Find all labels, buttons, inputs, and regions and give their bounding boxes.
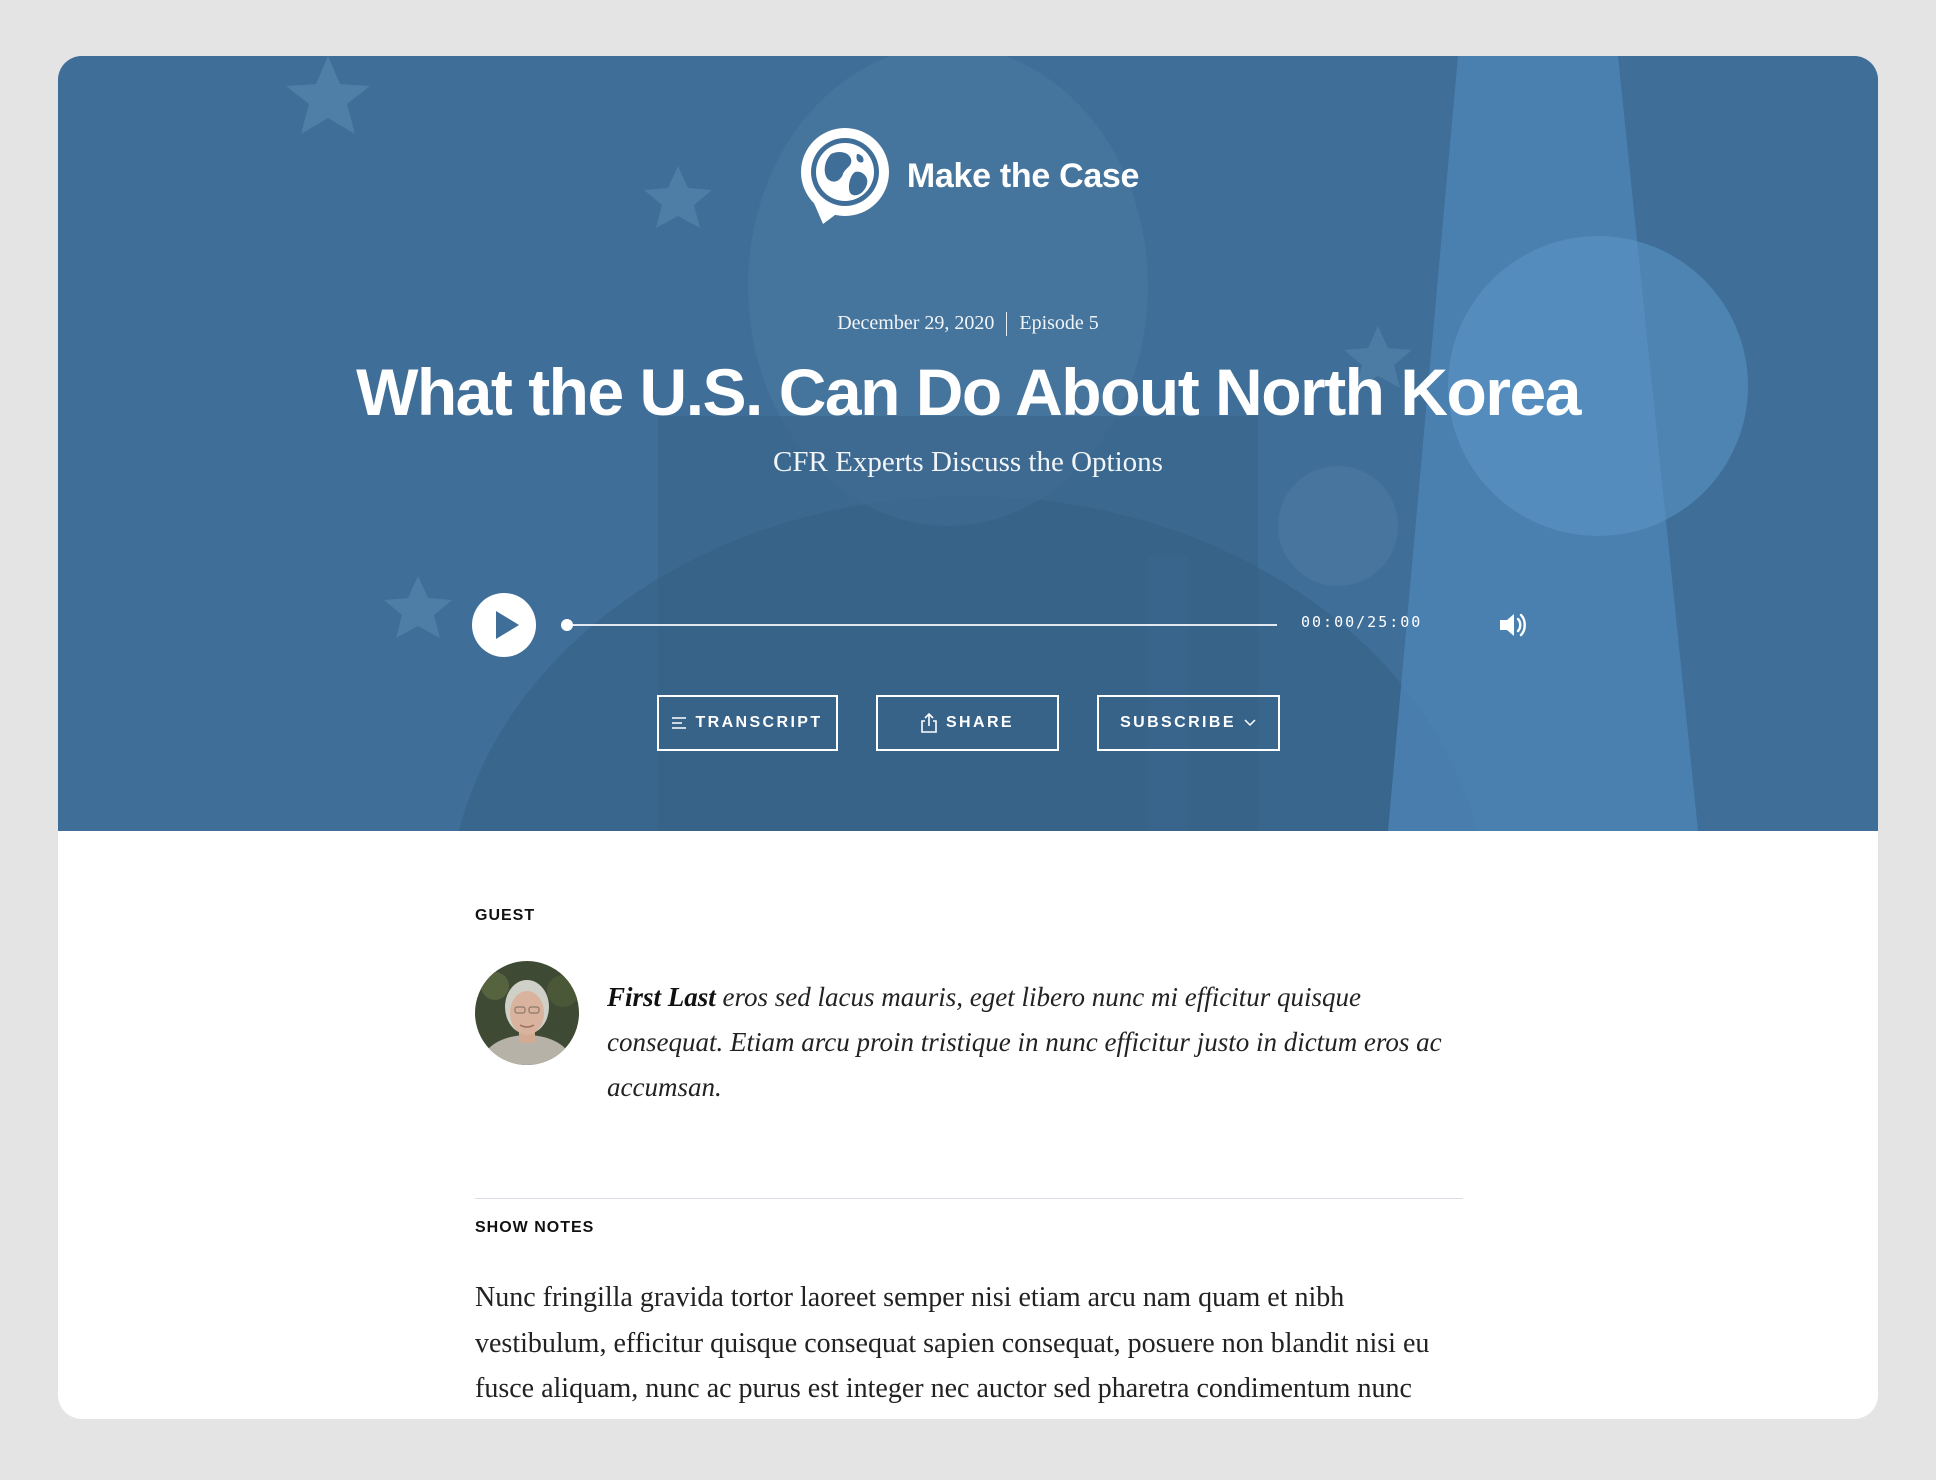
episode-number: Episode 5 bbox=[1019, 312, 1099, 334]
play-icon bbox=[496, 611, 519, 639]
episode-date: December 29, 2020 bbox=[837, 312, 995, 334]
globe-speech-bubble-icon bbox=[800, 128, 889, 224]
show-notes-text: Nunc fringilla gravida tortor laoreet se… bbox=[475, 1282, 1430, 1419]
guest-bio: First Last eros sed lacus mauris, eget l… bbox=[607, 975, 1467, 1110]
episode-meta: December 29, 2020 Episode 5 bbox=[58, 312, 1878, 337]
share-icon bbox=[921, 713, 937, 733]
device-frame: Make the Case December 29, 2020 Episode 5… bbox=[0, 0, 1936, 1480]
subscribe-dropdown[interactable]: SUBSCRIBE bbox=[1096, 695, 1280, 751]
subscribe-label: SUBSCRIBE bbox=[1120, 714, 1236, 731]
show-notes-heading: SHOW NOTES bbox=[475, 1219, 595, 1236]
browser-viewport: Make the Case December 29, 2020 Episode 5… bbox=[58, 56, 1878, 1419]
meta-divider bbox=[1006, 312, 1008, 337]
share-button[interactable]: SHARE bbox=[875, 695, 1059, 751]
guest-name[interactable]: First Last bbox=[607, 982, 716, 1012]
share-label: SHARE bbox=[945, 714, 1014, 731]
audio-player: 00:00/25:00 bbox=[472, 593, 1528, 657]
guest-photo bbox=[475, 961, 579, 1065]
podcast-brand[interactable]: Make the Case bbox=[58, 126, 1878, 226]
transcript-button[interactable]: TRANSCRIPT bbox=[656, 695, 838, 751]
transcript-label: TRANSCRIPT bbox=[695, 714, 823, 731]
episode-subtitle: CFR Experts Discuss the Options bbox=[773, 446, 1163, 478]
progress-handle[interactable] bbox=[561, 619, 573, 631]
episode-hero: Make the Case December 29, 2020 Episode 5… bbox=[58, 56, 1878, 831]
time-display: 00:00/25:00 bbox=[1301, 613, 1423, 631]
guest-heading: GUEST bbox=[475, 907, 536, 924]
progress-bar[interactable] bbox=[561, 619, 1277, 631]
episode-title: What the U.S. Can Do About North Korea bbox=[356, 355, 1581, 429]
play-button[interactable] bbox=[472, 593, 536, 657]
list-icon bbox=[672, 717, 687, 729]
volume-icon[interactable] bbox=[1497, 610, 1529, 640]
guest-description: eros sed lacus mauris, eget libero nunc … bbox=[607, 982, 1442, 1102]
chevron-down-icon bbox=[1244, 719, 1256, 727]
podcast-name: Make the Case bbox=[906, 156, 1140, 195]
episode-actions: TRANSCRIPT SHARE SUBSCRIBE bbox=[58, 695, 1878, 751]
section-divider bbox=[475, 1198, 1463, 1199]
guest-avatar bbox=[475, 961, 579, 1065]
